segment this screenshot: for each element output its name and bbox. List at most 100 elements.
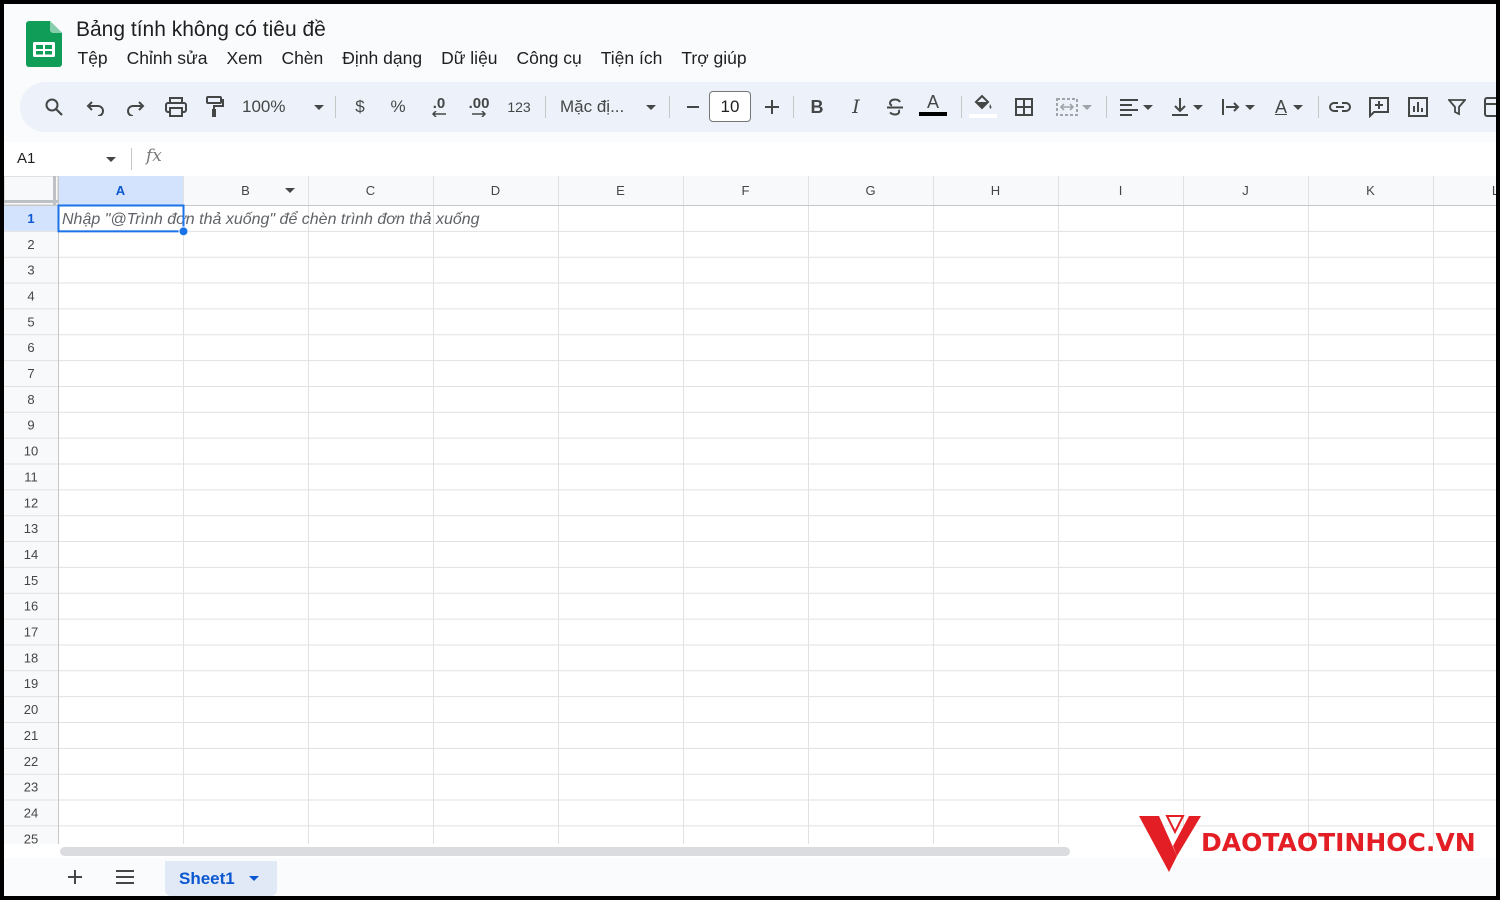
vertical-align-button[interactable] — [1165, 82, 1209, 132]
row-header-13[interactable]: 13 — [24, 521, 38, 536]
zoom-select[interactable]: 100% — [242, 82, 324, 132]
formula-bar-divider — [131, 148, 132, 170]
fill-handle[interactable] — [178, 226, 189, 237]
currency-format-button[interactable]: $ — [348, 82, 372, 132]
row-header-8[interactable]: 8 — [27, 392, 34, 407]
name-box[interactable]: A1 — [17, 150, 35, 167]
chevron-down-icon[interactable] — [106, 157, 116, 162]
chevron-down-icon — [646, 104, 656, 110]
menu-data[interactable]: Dữ liệu — [432, 46, 507, 70]
increase-decimal-button[interactable]: .00 — [462, 82, 496, 132]
toolbar-divider — [335, 96, 336, 118]
spreadsheet-grid[interactable]: A B C D E F G H I J K L 1 2 3 4 5 6 7 8 9 10 11 12 13 14 15 16 17 18 1… — [4, 176, 1496, 848]
row-header-2[interactable]: 2 — [27, 237, 34, 252]
row-header-5[interactable]: 5 — [27, 314, 34, 329]
horizontal-scrollbar[interactable] — [60, 847, 1070, 856]
row-header-6[interactable]: 6 — [27, 340, 34, 355]
document-title[interactable]: Bảng tính không có tiêu đề — [76, 18, 326, 42]
search-menus-icon[interactable] — [40, 82, 68, 132]
chevron-down-icon — [1143, 104, 1153, 110]
row-header-15[interactable]: 15 — [24, 573, 38, 588]
menu-format[interactable]: Định dạng — [333, 46, 432, 70]
filter-views-icon[interactable] — [1480, 82, 1496, 132]
menu-bar: Tệp Chỉnh sửa Xem Chèn Định dạng Dữ liệu… — [68, 46, 756, 70]
row-header-22[interactable]: 22 — [24, 754, 38, 769]
all-sheets-icon[interactable] — [115, 869, 135, 890]
row-header-18[interactable]: 18 — [24, 650, 38, 665]
column-header-e[interactable]: E — [616, 183, 625, 198]
column-header-bar — [4, 176, 1496, 205]
row-header-7[interactable]: 7 — [27, 366, 34, 381]
formula-input[interactable] — [179, 146, 1479, 172]
undo-icon[interactable] — [82, 82, 110, 132]
italic-button[interactable]: I — [844, 82, 868, 132]
menu-insert[interactable]: Chèn — [272, 46, 333, 70]
fill-color-button[interactable] — [968, 82, 998, 132]
row-header-19[interactable]: 19 — [24, 676, 38, 691]
menu-extensions[interactable]: Tiện ích — [591, 46, 672, 70]
row-header-11[interactable]: 11 — [24, 469, 38, 484]
cell-grid[interactable]: A B C D E F G H I J K L1234567891011121314151617181… — [4, 176, 1496, 848]
text-rotation-button[interactable]: A — [1267, 82, 1311, 132]
decrease-decimal-button[interactable]: .0 — [424, 82, 454, 132]
menu-edit[interactable]: Chỉnh sửa — [117, 46, 217, 70]
more-formats-button[interactable]: 123 — [504, 82, 534, 132]
increase-font-size-icon[interactable] — [760, 82, 784, 132]
toolbar: 100% $ % .0 .00 123 Mặc đị... B I A A — [20, 82, 1496, 132]
font-family-select[interactable]: Mặc đị... — [560, 82, 656, 132]
strikethrough-icon[interactable] — [882, 82, 908, 132]
paint-format-icon[interactable] — [201, 82, 229, 132]
column-header-l[interactable]: L — [1492, 183, 1496, 198]
column-header-c[interactable]: C — [366, 183, 375, 198]
column-header-k[interactable]: K — [1366, 183, 1375, 198]
toolbar-divider — [1106, 96, 1107, 118]
row-header-12[interactable]: 12 — [24, 495, 38, 510]
insert-comment-icon[interactable] — [1365, 82, 1393, 132]
insert-chart-icon[interactable] — [1404, 82, 1432, 132]
column-header-f[interactable]: F — [742, 183, 750, 198]
menu-view[interactable]: Xem — [217, 46, 272, 70]
sheet-tab-sheet1[interactable]: Sheet1 — [165, 861, 277, 896]
column-header-i[interactable]: I — [1119, 183, 1123, 198]
row-header-4[interactable]: 4 — [27, 288, 34, 303]
row-header-3[interactable]: 3 — [27, 263, 34, 278]
row-header-1[interactable]: 1 — [27, 211, 34, 226]
row-header-24[interactable]: 24 — [24, 805, 38, 820]
fx-icon: fx — [146, 146, 162, 166]
column-header-j[interactable]: J — [1242, 183, 1249, 198]
column-header-d[interactable]: D — [491, 183, 500, 198]
row-header-16[interactable]: 16 — [24, 599, 38, 614]
add-sheet-icon[interactable] — [66, 868, 84, 891]
print-icon[interactable] — [162, 82, 190, 132]
text-color-button[interactable]: A — [918, 82, 948, 132]
paint-bucket-icon — [974, 94, 992, 109]
font-size-input[interactable]: 10 — [709, 91, 751, 122]
row-header-10[interactable]: 10 — [24, 444, 38, 459]
menu-tools[interactable]: Công cụ — [507, 46, 591, 70]
insert-link-icon[interactable] — [1326, 82, 1354, 132]
row-header-20[interactable]: 20 — [24, 702, 38, 717]
percent-format-button[interactable]: % — [386, 82, 410, 132]
row-header-9[interactable]: 9 — [27, 418, 34, 433]
menu-file[interactable]: Tệp — [68, 46, 117, 70]
decrease-font-size-icon[interactable] — [682, 82, 704, 132]
row-header-23[interactable]: 23 — [24, 780, 38, 795]
filter-icon[interactable] — [1443, 82, 1471, 132]
horizontal-align-button[interactable] — [1114, 82, 1158, 132]
row-header-14[interactable]: 14 — [24, 547, 38, 562]
row-header-21[interactable]: 21 — [24, 728, 38, 743]
sheets-logo-icon[interactable] — [26, 21, 62, 67]
row-header-17[interactable]: 17 — [24, 625, 38, 640]
increase-decimal-label: .00 — [468, 95, 490, 112]
chevron-down-icon[interactable] — [248, 876, 259, 881]
column-header-g[interactable]: G — [865, 183, 875, 198]
merge-cells-button[interactable] — [1050, 82, 1098, 132]
bold-button[interactable]: B — [805, 82, 829, 132]
borders-icon[interactable] — [1010, 82, 1038, 132]
column-header-a[interactable]: A — [116, 183, 126, 198]
menu-help[interactable]: Trợ giúp — [672, 46, 756, 70]
text-wrapping-button[interactable] — [1216, 82, 1260, 132]
column-header-b[interactable]: B — [241, 183, 250, 198]
redo-icon[interactable] — [121, 82, 149, 132]
column-header-h[interactable]: H — [991, 183, 1000, 198]
